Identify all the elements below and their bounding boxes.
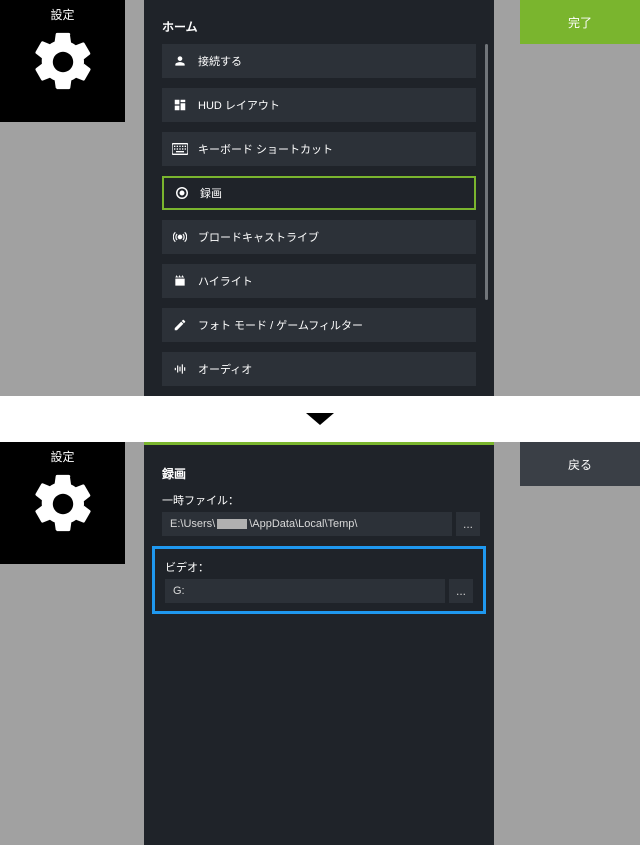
scrollbar[interactable] — [485, 44, 488, 300]
gear-icon — [28, 469, 98, 539]
broadcast-icon — [172, 229, 188, 245]
menu-item-person[interactable]: 接続する — [162, 44, 476, 78]
record-settings-screen: 設定 録画 一時ファイル： E:\Users\ \AppData\Local\Te… — [0, 442, 640, 845]
done-button[interactable]: 完了 — [520, 0, 640, 44]
temp-file-browse-button[interactable]: ... — [456, 512, 480, 536]
settings-tile-label: 設定 — [50, 448, 74, 465]
redacted-segment — [217, 519, 247, 529]
edit-icon — [172, 317, 188, 333]
menu-item-broadcast[interactable]: ブロードキャストライブ — [162, 220, 476, 254]
settings-tile[interactable]: 設定 — [0, 0, 125, 122]
menu-item-label: キーボード ショートカット — [198, 141, 333, 157]
temp-file-row: E:\Users\ \AppData\Local\Temp\ ... — [162, 512, 480, 536]
menu-item-label: 接続する — [198, 53, 242, 69]
keyboard-icon — [172, 141, 188, 157]
menu-item-label: ブロードキャストライブ — [198, 229, 319, 245]
menu-item-label: 録画 — [200, 185, 222, 201]
settings-home-screen: 設定 ホーム 接続する HUD レイアウトキーボード ショートカット録画ブロードキ… — [0, 0, 640, 396]
back-button[interactable]: 戻る — [520, 442, 640, 486]
menu-item-label: HUD レイアウト — [198, 97, 280, 113]
menu-item-audio[interactable]: オーディオ — [162, 352, 476, 386]
chevron-down-icon — [306, 413, 334, 425]
temp-path-suffix: \AppData\Local\Temp\ — [249, 518, 357, 530]
divider-band — [0, 396, 640, 442]
clapper-icon — [172, 273, 188, 289]
home-panel: ホーム 接続する HUD レイアウトキーボード ショートカット録画ブロードキャスト… — [144, 0, 494, 396]
settings-tile[interactable]: 設定 — [0, 442, 125, 564]
temp-file-label: 一時ファイル： — [162, 492, 480, 508]
panel-title: ホーム — [144, 0, 494, 41]
menu-item-layout[interactable]: HUD レイアウト — [162, 88, 476, 122]
record-heading: 録画 — [162, 465, 480, 482]
video-row: G: ... — [165, 579, 473, 603]
layout-icon — [172, 97, 188, 113]
audio-icon — [172, 361, 188, 377]
gear-icon — [28, 27, 98, 97]
temp-path-prefix: E:\Users\ — [170, 518, 215, 530]
menu-item-label: ハイライト — [198, 273, 253, 289]
menu-item-label: フォト モード / ゲームフィルター — [198, 317, 363, 333]
menu-item-label: オーディオ — [198, 361, 252, 377]
video-path-input[interactable]: G: — [165, 579, 445, 603]
menu-item-clapper[interactable]: ハイライト — [162, 264, 476, 298]
video-path-highlight: ビデオ： G: ... — [152, 546, 486, 614]
video-label: ビデオ： — [165, 559, 475, 575]
settings-tile-label: 設定 — [50, 6, 74, 23]
menu-list: 接続する HUD レイアウトキーボード ショートカット録画ブロードキャストライブハ… — [162, 44, 476, 386]
menu-item-edit[interactable]: フォト モード / ゲームフィルター — [162, 308, 476, 342]
record-detail-panel: 録画 一時ファイル： E:\Users\ \AppData\Local\Temp\… — [144, 445, 494, 845]
menu-item-keyboard[interactable]: キーボード ショートカット — [162, 132, 476, 166]
video-browse-button[interactable]: ... — [449, 579, 473, 603]
record-icon — [174, 185, 190, 201]
temp-file-path-input[interactable]: E:\Users\ \AppData\Local\Temp\ — [162, 512, 452, 536]
menu-item-record[interactable]: 録画 — [162, 176, 476, 210]
person-icon — [172, 53, 188, 69]
